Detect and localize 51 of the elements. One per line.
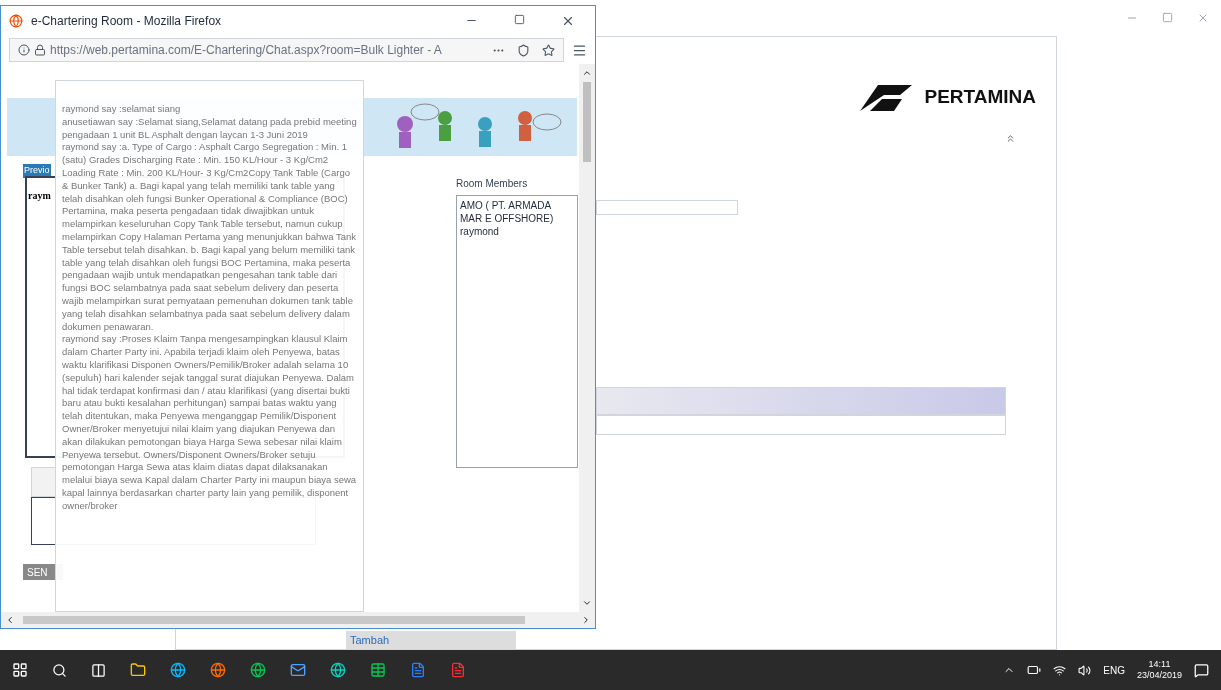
notifications-icon[interactable]	[1194, 662, 1209, 678]
scroll-right-icon[interactable]	[581, 615, 591, 625]
document-icon[interactable]	[410, 662, 426, 678]
browser-icon[interactable]	[250, 662, 266, 678]
input-field[interactable]	[596, 387, 1006, 415]
browser-logo-icon	[9, 14, 23, 28]
window-title: e-Chartering Room - Mozilla Firefox	[31, 13, 222, 30]
maximize-icon[interactable]	[514, 14, 525, 25]
vertical-scrollbar[interactable]	[579, 64, 595, 612]
menu-icon[interactable]	[572, 42, 587, 58]
bookmark-star-icon[interactable]	[542, 43, 555, 57]
browser-icon[interactable]	[210, 662, 226, 678]
pdf-icon[interactable]	[450, 662, 466, 678]
mail-icon[interactable]	[290, 662, 306, 678]
scroll-left-icon[interactable]	[5, 615, 15, 625]
folder-icon[interactable]	[130, 662, 146, 678]
collapse-icon[interactable]	[1005, 133, 1016, 144]
close-icon[interactable]	[561, 14, 575, 28]
logo-text: PERTAMINA	[924, 84, 1036, 109]
chat-message: raymond say :a. Type of Cargo : Asphalt Cargo Segregation : Min. 1 (satu) Grades Discharging Rate : Min. 150 KL/Hour - 3 Kg/Cm2 Loading Rate : Min. 200 KL/Hour- 3 Kg/Cm2Copy Tank Table (Cargo & Bunker Tank) a. Bagi kapal yang telah memiliki tank table yang telah disahkan oleh fungsi Bunker Operational & Compliance (BOC) Pertamina, maka peserta pengadaan tidak diwajibkan untuk melampirkan keseluruhan Copy Tank Table tersebut, namun cukup melampirkan Copy Halaman Pertama yang menunjukkan bahwa Tank Table tersebut telah disahkan. b. Bagi kapal yang belum memiliki tank table yang telah disahkan oleh fungsi BOC Pertamina, maka peserta pengadaan wajib untuk mendapatkan pengesahan tank table dari fungsi BOC selambatnya pada saat sebelum delivery dan peserta wajib melampirkan surat pernyataan pemenuhan dokumen tank table yang telah disahkan selambatnya pada saat sebelum delivery dalam dokumen penawaran.	[62, 141, 357, 334]
scroll-thumb[interactable]	[23, 616, 525, 624]
add-button[interactable]: Tambah	[346, 631, 516, 649]
language-indicator[interactable]: ENG	[1103, 662, 1125, 678]
task-view-icon[interactable]	[91, 662, 106, 678]
volume-icon[interactable]	[1078, 663, 1092, 677]
start-icon[interactable]	[12, 662, 28, 678]
info-icon[interactable]	[18, 44, 30, 56]
input-field[interactable]	[596, 415, 1006, 435]
chat-log-text: raym	[28, 190, 51, 201]
url-text[interactable]: https://web.pertamina.com/E-Chartering/Chat.aspx?room=Bulk Lighter - A	[50, 41, 442, 59]
room-members-label: Room Members	[456, 177, 528, 191]
chat-message: raymond say :Proses Klaim Tanpa mengesampingkan klausul Klaim dalam Charter Party ini. Apabila terjadi klaim oleh Penyewa, batas waktu klarifikasi Disponen Owners/Pemilik/Broker adalah selama 10 (sepuluh) hari kalender sejak tanggal surat diajukan Penyewa. Dalam hal tidak terdapat konfirmasi dan / atau klarifikasi (yang disertai bukti baru atau bukti kesalahan perhitungan) sampai batas waktu yang telah ditentukan, maka Penyewa menganggap Pemilik/Disponent Owner/Broker menyetujui nilai klaim yang diajukan Penyewa dan akan dilakukan pemotongan biaya Harga Sewa sebesar nilai klaim Penyewa tersebut. Owners/Disponent Owners/Broker setuju pemotongan Harga Sewa atas klaim diatas dapat dilaksanakan melalui biaya sewa Kapal dalam Charter Party ini maupun biaya sewa kapal lainnya berdasarkan charter party lain yang pemilik, disponent owner/broker	[62, 333, 357, 513]
room-member[interactable]: raymond	[460, 225, 574, 238]
clock-time: 14:11	[1148, 659, 1171, 670]
clock[interactable]: 14:11 23/04/2019	[1136, 659, 1182, 681]
room-member[interactable]: AMO ( PT. ARMADA MAR E OFFSHORE)	[460, 199, 574, 225]
spreadsheet-icon[interactable]	[370, 662, 386, 678]
chat-message: raymond say :selamat siang	[62, 103, 182, 116]
horizontal-scrollbar[interactable]	[1, 612, 595, 628]
battery-icon[interactable]	[1027, 663, 1042, 677]
clock-date: 23/04/2019	[1136, 670, 1182, 681]
browser-icon[interactable]	[170, 662, 186, 678]
lock-warning-icon[interactable]	[34, 44, 46, 56]
scroll-thumb[interactable]	[583, 82, 591, 162]
address-bar[interactable]: https://web.pertamina.com/E-Chartering/Chat.aspx?room=Bulk Lighter - A	[9, 38, 564, 62]
scroll-down-icon[interactable]	[582, 598, 592, 608]
search-icon[interactable]	[52, 662, 67, 678]
globe-icon[interactable]	[330, 662, 346, 678]
input-field[interactable]	[596, 200, 738, 215]
network-icon[interactable]	[1053, 663, 1067, 677]
scroll-up-icon[interactable]	[582, 68, 592, 78]
